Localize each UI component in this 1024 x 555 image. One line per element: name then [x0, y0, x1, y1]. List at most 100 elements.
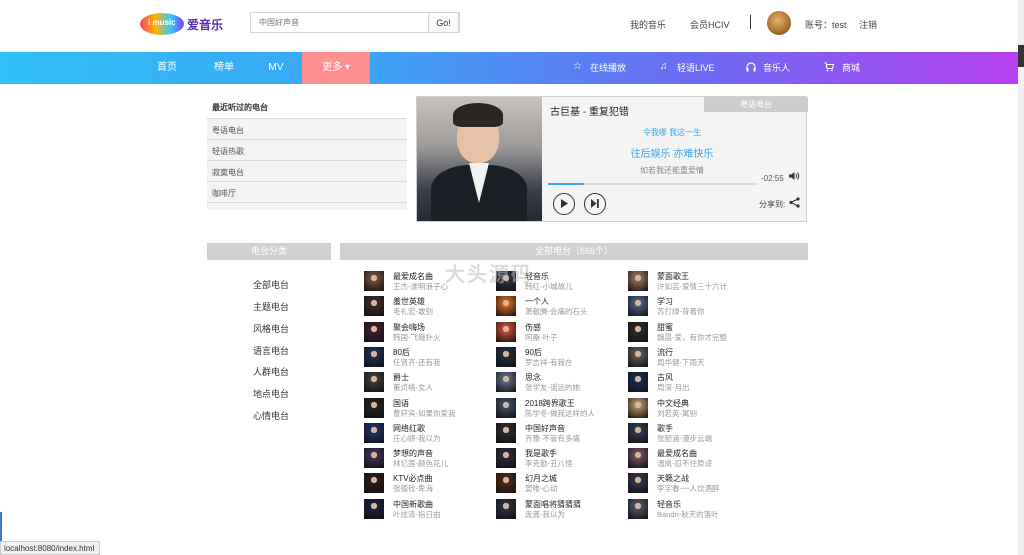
nav-home[interactable]: 首页 [147, 52, 187, 84]
station-card[interactable]: 羞世英雄 毛礼宏-敢别 [364, 296, 489, 317]
main-nav: 首页 榜单 MV 更多 ▾ ☆ 在线播放 ♫ 轻语LIVE 音乐人 商城 [0, 52, 1018, 84]
station-subtitle: 张韶涵-漫步云端 [657, 433, 712, 443]
category-crowd[interactable]: 人群电台 [253, 365, 289, 378]
station-thumbnail [628, 271, 648, 291]
recent-item-label: 寂寞电台 [212, 168, 244, 177]
station-thumbnail [496, 296, 516, 317]
station-subtitle: 叶炫清-指日由 [393, 509, 441, 519]
recent-item[interactable]: 粤语电台 [207, 118, 407, 139]
station-thumbnail [628, 498, 648, 519]
share-label: 分享到: [759, 200, 786, 209]
avatar[interactable] [767, 11, 791, 35]
category-mood[interactable]: 心情电台 [253, 409, 289, 422]
nav-shop[interactable]: 商城 [842, 52, 860, 84]
station-thumbnail [364, 296, 384, 317]
category-place[interactable]: 地点电台 [253, 387, 289, 400]
station-card[interactable]: 中文经典 刘若英-寓别 [628, 397, 753, 418]
station-card[interactable]: 甜蜜 魏晨-爱，有你才完整 [628, 321, 753, 342]
volume-icon[interactable] [789, 171, 800, 184]
page-scrollbar[interactable] [1018, 0, 1024, 555]
site-logo[interactable]: i music 爱音乐 [140, 10, 230, 36]
station-thumbnail [496, 448, 516, 469]
station-card[interactable]: 中国好声音 齐豫-不管有多痛 [496, 422, 621, 443]
recent-item[interactable]: 寂寞电台 [207, 160, 407, 181]
station-card[interactable]: 天籁之战 李宇春-一人饮酒醉 [628, 473, 753, 494]
search-input[interactable] [251, 13, 429, 32]
station-thumbnail [496, 372, 516, 393]
recent-item[interactable]: 咖啡厅 [207, 181, 407, 202]
station-card[interactable]: 爵士 董贞格-女人 [364, 372, 489, 393]
next-button[interactable] [584, 193, 606, 215]
radio-player: 古巨基 - 重复犯错 粤语电台 令我哪 我这一生 往后娱乐 亦难快乐 如若我还能… [416, 96, 808, 222]
station-card[interactable]: 蒙面歌王 许如芸-爱情三十六计 [628, 271, 753, 291]
cover-hair [453, 103, 503, 127]
station-thumbnail [628, 448, 648, 469]
station-tag: 粤语电台 [704, 97, 808, 112]
station-thumbnail [364, 473, 384, 494]
cart-icon [824, 62, 835, 72]
station-card[interactable]: KTV必点曲 张德铨-卑海 [364, 473, 489, 494]
station-card[interactable]: 梦想的声音 林忆莲-颜色花儿 [364, 448, 489, 469]
nav-online-play[interactable]: 在线播放 [590, 52, 626, 84]
station-card[interactable]: 思念 张学友-谣远的她 [496, 372, 621, 393]
station-subtitle: 曹轩宾-如果你爱我 [393, 408, 456, 418]
play-button[interactable] [553, 193, 575, 215]
nav-musician[interactable]: 音乐人 [763, 52, 790, 84]
station-card[interactable]: 蒙面唱将猜猜猜 庞龚-我以为 [496, 498, 621, 519]
station-subtitle: 毛礼宏-敢别 [393, 307, 433, 317]
station-card[interactable]: 国语 曹轩宾-如果你爱我 [364, 397, 489, 418]
station-card[interactable]: 网络红歌 庄心妍-我以为 [364, 422, 489, 443]
station-subtitle: 魏晨-爱，有你才完整 [657, 332, 727, 342]
logo-bubble: i music [140, 13, 184, 35]
status-url: localhost:8080/index.html [4, 544, 95, 553]
category-theme[interactable]: 主题电台 [253, 300, 289, 313]
station-thumbnail [628, 296, 648, 317]
share-icon[interactable] [789, 197, 800, 211]
station-thumbnail [496, 473, 516, 494]
station-subtitle: 齐豫-不管有多痛 [525, 433, 580, 443]
station-card[interactable]: 古风 周深-月出 [628, 372, 753, 393]
station-thumbnail [364, 372, 384, 393]
vip-center-link[interactable]: 会员HCIV [690, 18, 730, 31]
recent-radio-panel: 最近听过的电台 粤语电台 轻语热歌 寂寞电台 咖啡厅 [207, 96, 407, 212]
station-card[interactable]: 流行 周华健-下雨天 [628, 346, 753, 367]
station-card[interactable]: 80后 任贤齐-还有我 [364, 346, 489, 367]
nav-live[interactable]: 轻语LIVE [677, 52, 715, 84]
category-all[interactable]: 全部电台 [253, 278, 289, 291]
station-card[interactable]: 学习 苏打绿-背着你 [628, 296, 753, 317]
station-thumbnail [364, 498, 384, 519]
category-style[interactable]: 风格电台 [253, 322, 289, 335]
progress-fill [548, 183, 584, 185]
category-language[interactable]: 语言电台 [253, 344, 289, 357]
station-card[interactable]: 90后 罗志祥-有我在 [496, 346, 621, 367]
search-button[interactable]: Go! [428, 12, 459, 33]
station-thumbnail [628, 422, 648, 443]
station-card[interactable]: 我是歌手 李克勤-丑八怪 [496, 448, 621, 469]
recent-item[interactable]: 轻语热歌 [207, 139, 407, 160]
station-card[interactable]: 一个人 萧敬腾-会痛的石头 [496, 296, 621, 317]
station-card[interactable]: 歌手 张韶涵-漫步云端 [628, 422, 753, 443]
station-card[interactable]: 幻月之城 窦唯-心动 [496, 473, 621, 494]
nav-more[interactable]: 更多 ▾ [302, 52, 370, 84]
station-subtitle: 王杰-谁明浪子心 [393, 282, 448, 291]
station-card[interactable]: 轻音乐 Bandri-秋天的落叶 [628, 498, 753, 519]
progress-bar[interactable] [548, 183, 758, 185]
logout-link[interactable]: 注销 [859, 18, 877, 31]
station-thumbnail [364, 321, 384, 342]
my-music-link[interactable]: 我的音乐 [630, 18, 666, 31]
station-card[interactable]: 聚会嗨场 韩国-飞蛾扑火 [364, 321, 489, 342]
station-thumbnail [364, 448, 384, 469]
station-card[interactable]: 中国新歌曲 叶炫清-指日由 [364, 498, 489, 519]
station-thumbnail [628, 346, 648, 367]
station-subtitle: 林忆莲-颜色花儿 [393, 459, 448, 469]
scrollbar-thumb[interactable] [1018, 45, 1024, 67]
station-card[interactable]: 最爱成名曲 温岚-忍不住原谅 [628, 448, 753, 469]
station-thumbnail [364, 271, 384, 291]
station-subtitle: 窦唯-心动 [525, 484, 558, 494]
account-label: 账号：test [805, 20, 847, 30]
nav-charts[interactable]: 榜单 [204, 52, 244, 84]
nav-mv[interactable]: MV [258, 52, 294, 84]
station-thumbnail [496, 346, 516, 367]
station-card[interactable]: 2018跨界歌王 陈学冬-做我这样的人 [496, 397, 621, 418]
station-card[interactable]: 伤感 阿桑-叶子 [496, 321, 621, 342]
